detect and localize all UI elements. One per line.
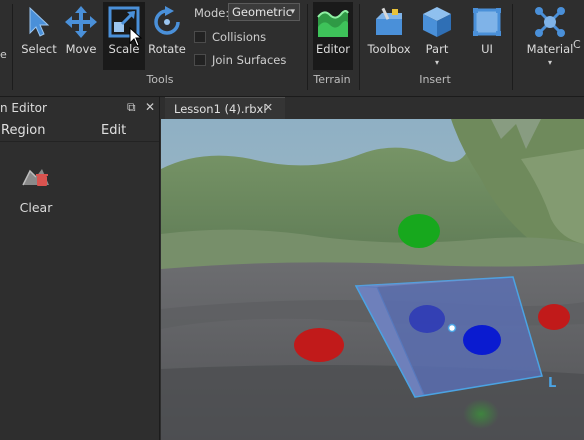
tab-region[interactable]: Region — [1, 123, 46, 138]
divider — [307, 4, 308, 90]
red-sphere[interactable] — [538, 304, 570, 330]
move-tool-button[interactable]: Move — [62, 2, 100, 74]
ui-button[interactable]: UI — [468, 2, 506, 74]
ribbon-clipped-edge-right: C — [573, 38, 581, 51]
panel-float-icon[interactable]: ⧉ — [127, 100, 136, 115]
cursor-arrow-icon — [21, 2, 57, 42]
selection-pivot-handle[interactable] — [447, 323, 457, 333]
terrain-editor-panel: n Editor ⧉ ✕ Region Edit Clear — [0, 97, 160, 440]
green-sphere[interactable] — [398, 214, 440, 248]
scale-tool-button[interactable]: Scale — [104, 2, 144, 74]
red-sphere[interactable] — [294, 328, 344, 362]
collisions-label: Collisions — [212, 30, 267, 44]
mode-label: Mode: — [194, 6, 230, 20]
ui-frame-icon — [469, 2, 505, 42]
material-dropdown-chevron-icon[interactable]: ▾ — [548, 58, 552, 67]
clear-label: Clear — [19, 200, 53, 215]
document-tab-bar: Lesson1 (4).rbxl ✕ — [161, 97, 584, 119]
rotate-tool-button[interactable]: Rotate — [147, 2, 187, 74]
part-dropdown-chevron-icon[interactable]: ▾ — [435, 58, 439, 67]
divider — [512, 4, 513, 90]
toolbox-icon — [371, 2, 407, 42]
local-space-indicator: L — [548, 376, 556, 391]
blurred-green-sphere[interactable] — [463, 399, 499, 429]
insert-group-label: Insert — [419, 73, 451, 86]
mouse-cursor-icon — [129, 27, 143, 47]
rotate-icon — [149, 2, 185, 42]
ribbon-toolbar: e Select Move Scale Rotate Mode: Geometr… — [0, 0, 584, 97]
material-label: Material — [526, 42, 574, 56]
panel-tabs: Region Edit — [0, 119, 159, 142]
close-icon[interactable]: ✕ — [145, 100, 155, 114]
clear-tool-button[interactable]: Clear — [16, 163, 56, 215]
mode-value: Geometric — [232, 5, 293, 19]
part-label: Part — [425, 42, 449, 56]
mode-select[interactable]: Geometric ▾ — [228, 3, 300, 21]
scene-render: L — [161, 119, 584, 440]
ribbon-clipped-edge: e — [0, 48, 7, 61]
tab-edit[interactable]: Edit — [101, 123, 126, 138]
select-label: Select — [21, 42, 57, 56]
join-surfaces-label: Join Surfaces — [212, 53, 287, 67]
editor-label: Editor — [315, 42, 351, 56]
clear-terrain-icon — [22, 169, 49, 186]
move-arrows-icon — [63, 2, 99, 42]
terrain-icon — [315, 2, 351, 42]
material-icon — [532, 2, 568, 42]
tools-group-label: Tools — [146, 73, 174, 86]
divider — [359, 4, 360, 90]
terrain-editor-button[interactable]: Editor — [313, 2, 353, 74]
rotate-label: Rotate — [148, 42, 186, 56]
material-button[interactable]: Material ▾ — [526, 2, 574, 74]
collisions-checkbox-box[interactable] — [194, 31, 206, 43]
divider — [12, 4, 13, 90]
join-surfaces-checkbox[interactable]: Join Surfaces — [194, 53, 304, 67]
join-surfaces-checkbox-box[interactable] — [194, 54, 206, 66]
document-tab[interactable]: Lesson1 (4).rbxl ✕ — [165, 97, 285, 119]
collisions-checkbox[interactable]: Collisions — [194, 30, 304, 44]
tab-close-icon[interactable]: ✕ — [264, 101, 273, 114]
panel-title: n Editor — [0, 101, 47, 115]
toolbox-label: Toolbox — [367, 42, 411, 56]
3d-viewport[interactable]: L — [161, 119, 584, 440]
chevron-down-icon: ▾ — [290, 7, 295, 17]
terrain-group-label: Terrain — [313, 73, 351, 86]
document-tab-label: Lesson1 (4).rbxl — [174, 102, 267, 116]
select-tool-button[interactable]: Select — [20, 2, 58, 74]
part-button[interactable]: Part ▾ — [418, 2, 456, 74]
ui-label: UI — [481, 42, 493, 56]
move-label: Move — [65, 42, 97, 56]
toolbox-button[interactable]: Toolbox — [366, 2, 412, 74]
part-cube-icon — [419, 2, 455, 42]
